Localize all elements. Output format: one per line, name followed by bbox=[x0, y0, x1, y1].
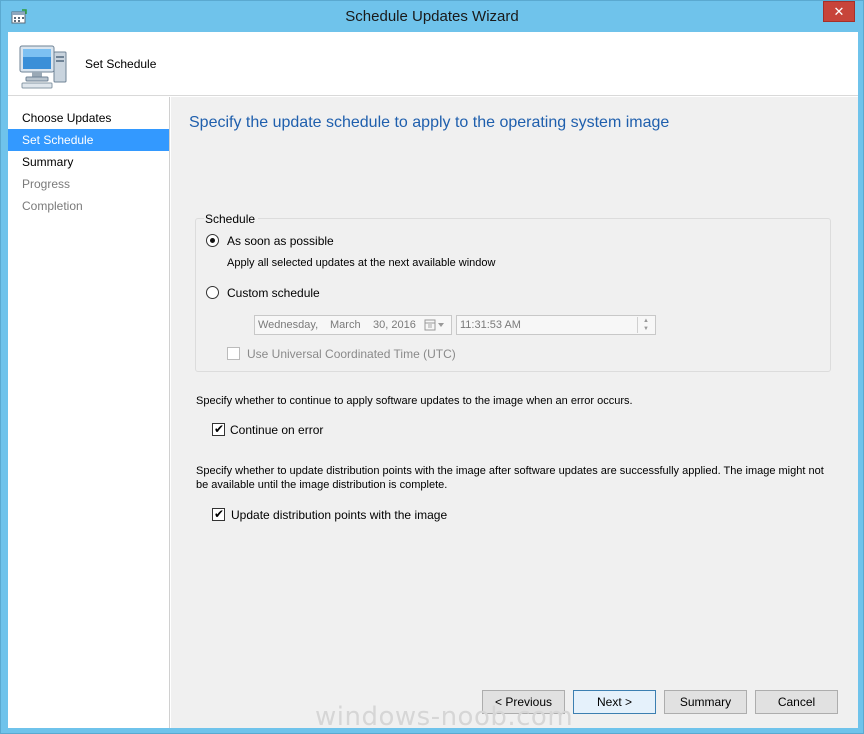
update-distribution-points-label[interactable]: Update distribution points with the imag… bbox=[231, 508, 447, 522]
schedule-legend: Schedule bbox=[204, 212, 259, 226]
continue-on-error-label[interactable]: Continue on error bbox=[230, 423, 323, 437]
wizard-header: Set Schedule bbox=[8, 32, 858, 96]
checkmark-icon: ✔ bbox=[213, 507, 225, 521]
date-month: March bbox=[330, 319, 361, 331]
header-title: Set Schedule bbox=[85, 57, 157, 71]
time-spinner[interactable]: ▲ ▼ bbox=[637, 317, 654, 333]
close-button[interactable]: ✕ bbox=[823, 1, 855, 22]
calendar-dropdown-icon[interactable] bbox=[424, 319, 448, 332]
page-heading: Specify the update schedule to apply to … bbox=[189, 114, 670, 131]
date-weekday: Wednesday, bbox=[258, 319, 319, 331]
date-picker[interactable]: Wednesday, March 30, 2016 bbox=[254, 315, 452, 335]
checkmark-icon: ✔ bbox=[213, 422, 225, 436]
schedule-groupbox: Schedule As soon as possible Apply all s… bbox=[195, 212, 831, 372]
close-icon: ✕ bbox=[833, 4, 845, 19]
asap-radio[interactable] bbox=[206, 234, 219, 247]
asap-description: Apply all selected updates at the next a… bbox=[227, 257, 496, 269]
next-button[interactable]: Next > bbox=[573, 690, 656, 714]
date-day-year: 30, 2016 bbox=[373, 319, 416, 331]
asap-label[interactable]: As soon as possible bbox=[227, 234, 334, 248]
nav-step-choose-updates[interactable]: Choose Updates bbox=[8, 107, 169, 129]
summary-button[interactable]: Summary bbox=[664, 690, 747, 714]
cancel-button[interactable]: Cancel bbox=[755, 690, 838, 714]
update-distribution-points-checkbox[interactable]: ✔ bbox=[212, 507, 225, 521]
radio-selected-dot bbox=[210, 238, 215, 243]
custom-schedule-label[interactable]: Custom schedule bbox=[227, 286, 320, 300]
error-section-description: Specify whether to continue to apply sof… bbox=[196, 395, 633, 407]
custom-schedule-radio[interactable] bbox=[206, 286, 219, 299]
nav-step-progress: Progress bbox=[22, 177, 71, 191]
previous-button[interactable]: < Previous bbox=[482, 690, 565, 714]
spin-up-icon[interactable]: ▲ bbox=[638, 317, 654, 325]
computer-monitor-icon bbox=[19, 45, 67, 89]
wizard-footer: < Previous Next > Summary Cancel bbox=[171, 667, 858, 728]
window-title: Schedule Updates Wizard bbox=[345, 8, 519, 25]
nav-step-set-schedule[interactable]: Set Schedule bbox=[8, 129, 169, 151]
utc-label: Use Universal Coordinated Time (UTC) bbox=[247, 347, 456, 361]
time-value: 11:31:53 AM bbox=[460, 319, 521, 331]
title-bar[interactable]: Schedule Updates Wizard ✕ bbox=[1, 1, 863, 32]
wizard-content: Specify the update schedule to apply to … bbox=[171, 97, 858, 667]
nav-step-completion: Completion bbox=[22, 199, 83, 213]
continue-on-error-checkbox[interactable]: ✔ bbox=[212, 422, 225, 436]
utc-checkbox[interactable] bbox=[227, 347, 240, 360]
wizard-step-nav: Choose Updates Set Schedule Summary Prog… bbox=[8, 97, 170, 728]
spin-down-icon[interactable]: ▼ bbox=[638, 325, 654, 333]
nav-step-summary[interactable]: Summary bbox=[8, 151, 169, 173]
wizard-window: Schedule Updates Wizard ✕ Set Schedule C… bbox=[0, 0, 864, 734]
distribution-section-description: Specify whether to update distribution p… bbox=[196, 465, 824, 491]
time-picker[interactable]: 11:31:53 AM ▲ ▼ bbox=[456, 315, 656, 335]
wizard-client-area: Set Schedule Choose Updates Set Schedule… bbox=[8, 32, 858, 728]
